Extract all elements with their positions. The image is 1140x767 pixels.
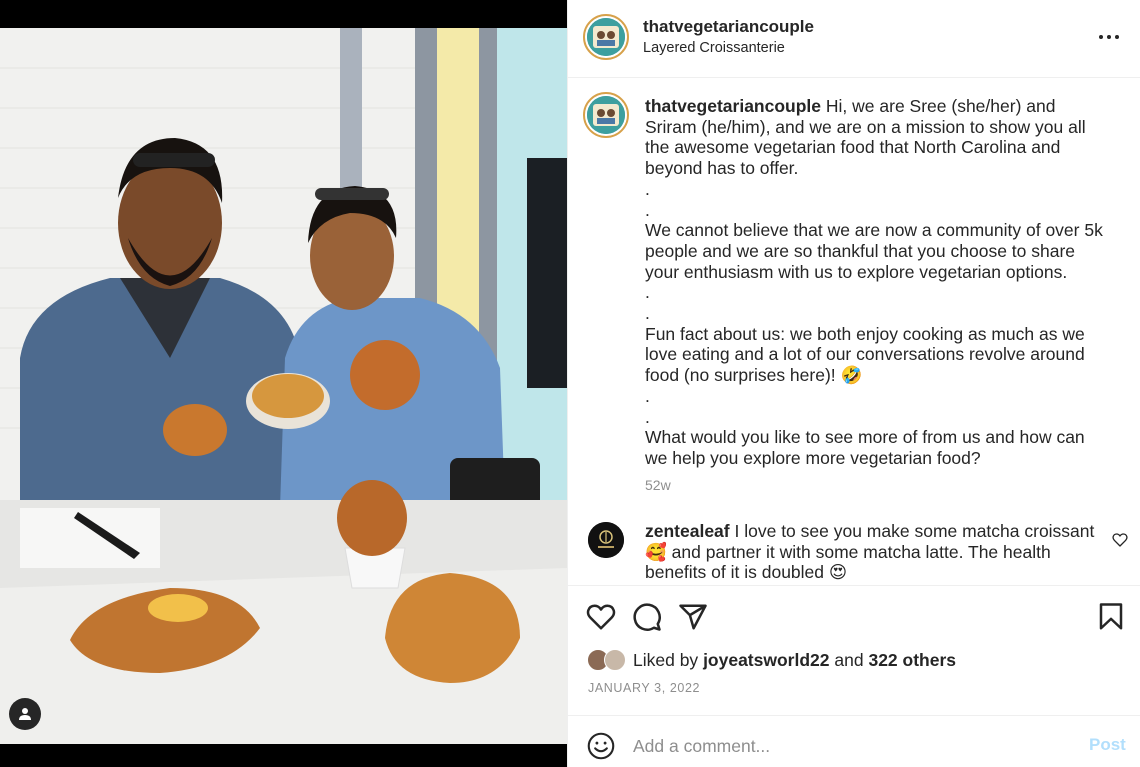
more-options-button[interactable] [1099,28,1121,46]
post-photo[interactable] [0,28,567,744]
more-dot-icon [1107,35,1111,39]
commenter-username[interactable]: zentealeaf [645,521,730,541]
post-comment-button[interactable]: Post [1089,735,1126,755]
post-header: thatvegetariancouple Layered Croissanter… [568,0,1140,78]
commenter-avatar[interactable] [588,522,624,558]
author-username[interactable]: thatvegetariancouple [643,17,814,37]
likes-count-link[interactable]: 322 others [868,650,956,670]
post-location[interactable]: Layered Croissanterie [643,40,785,56]
caption-text: thatvegetariancouple Hi, we are Sree (sh… [645,96,1111,469]
comment-icon[interactable] [632,602,662,632]
liked-by-avatars[interactable] [587,649,629,673]
heart-icon[interactable] [586,602,616,632]
author-avatar[interactable] [583,14,629,60]
tagged-users-button[interactable] [9,698,41,730]
comment-like-heart-icon[interactable] [1112,532,1128,548]
post-date[interactable]: JANUARY 3, 2022 [588,681,700,695]
comment-composer: Post [568,715,1140,767]
caption-author-avatar[interactable] [583,92,629,138]
comments-list[interactable]: thatvegetariancouple Hi, we are Sree (sh… [568,79,1140,585]
emoji-icon[interactable] [587,732,615,760]
comment-input[interactable] [633,731,1063,761]
liked-by-text: Liked by joyeatsworld22 and 322 others [633,650,957,670]
caption-username[interactable]: thatvegetariancouple [645,96,821,116]
post-actions: Liked by joyeatsworld22 and 322 others J… [568,585,1140,715]
comment-text: zentealeaf I love to see you make some m… [645,521,1105,583]
caption-timestamp[interactable]: 52w [645,477,671,493]
user-icon [19,708,31,720]
share-icon[interactable] [678,602,708,632]
post-details-panel: thatvegetariancouple Layered Croissanter… [567,0,1140,767]
caption-body: Hi, we are Sree (she/her) and Sriram (he… [645,96,1103,468]
liked-by-user-link[interactable]: joyeatsworld22 [703,650,829,670]
more-dot-icon [1099,35,1103,39]
bookmark-icon[interactable] [1096,602,1126,632]
more-dot-icon [1115,35,1119,39]
post-photo-pane [0,0,567,767]
